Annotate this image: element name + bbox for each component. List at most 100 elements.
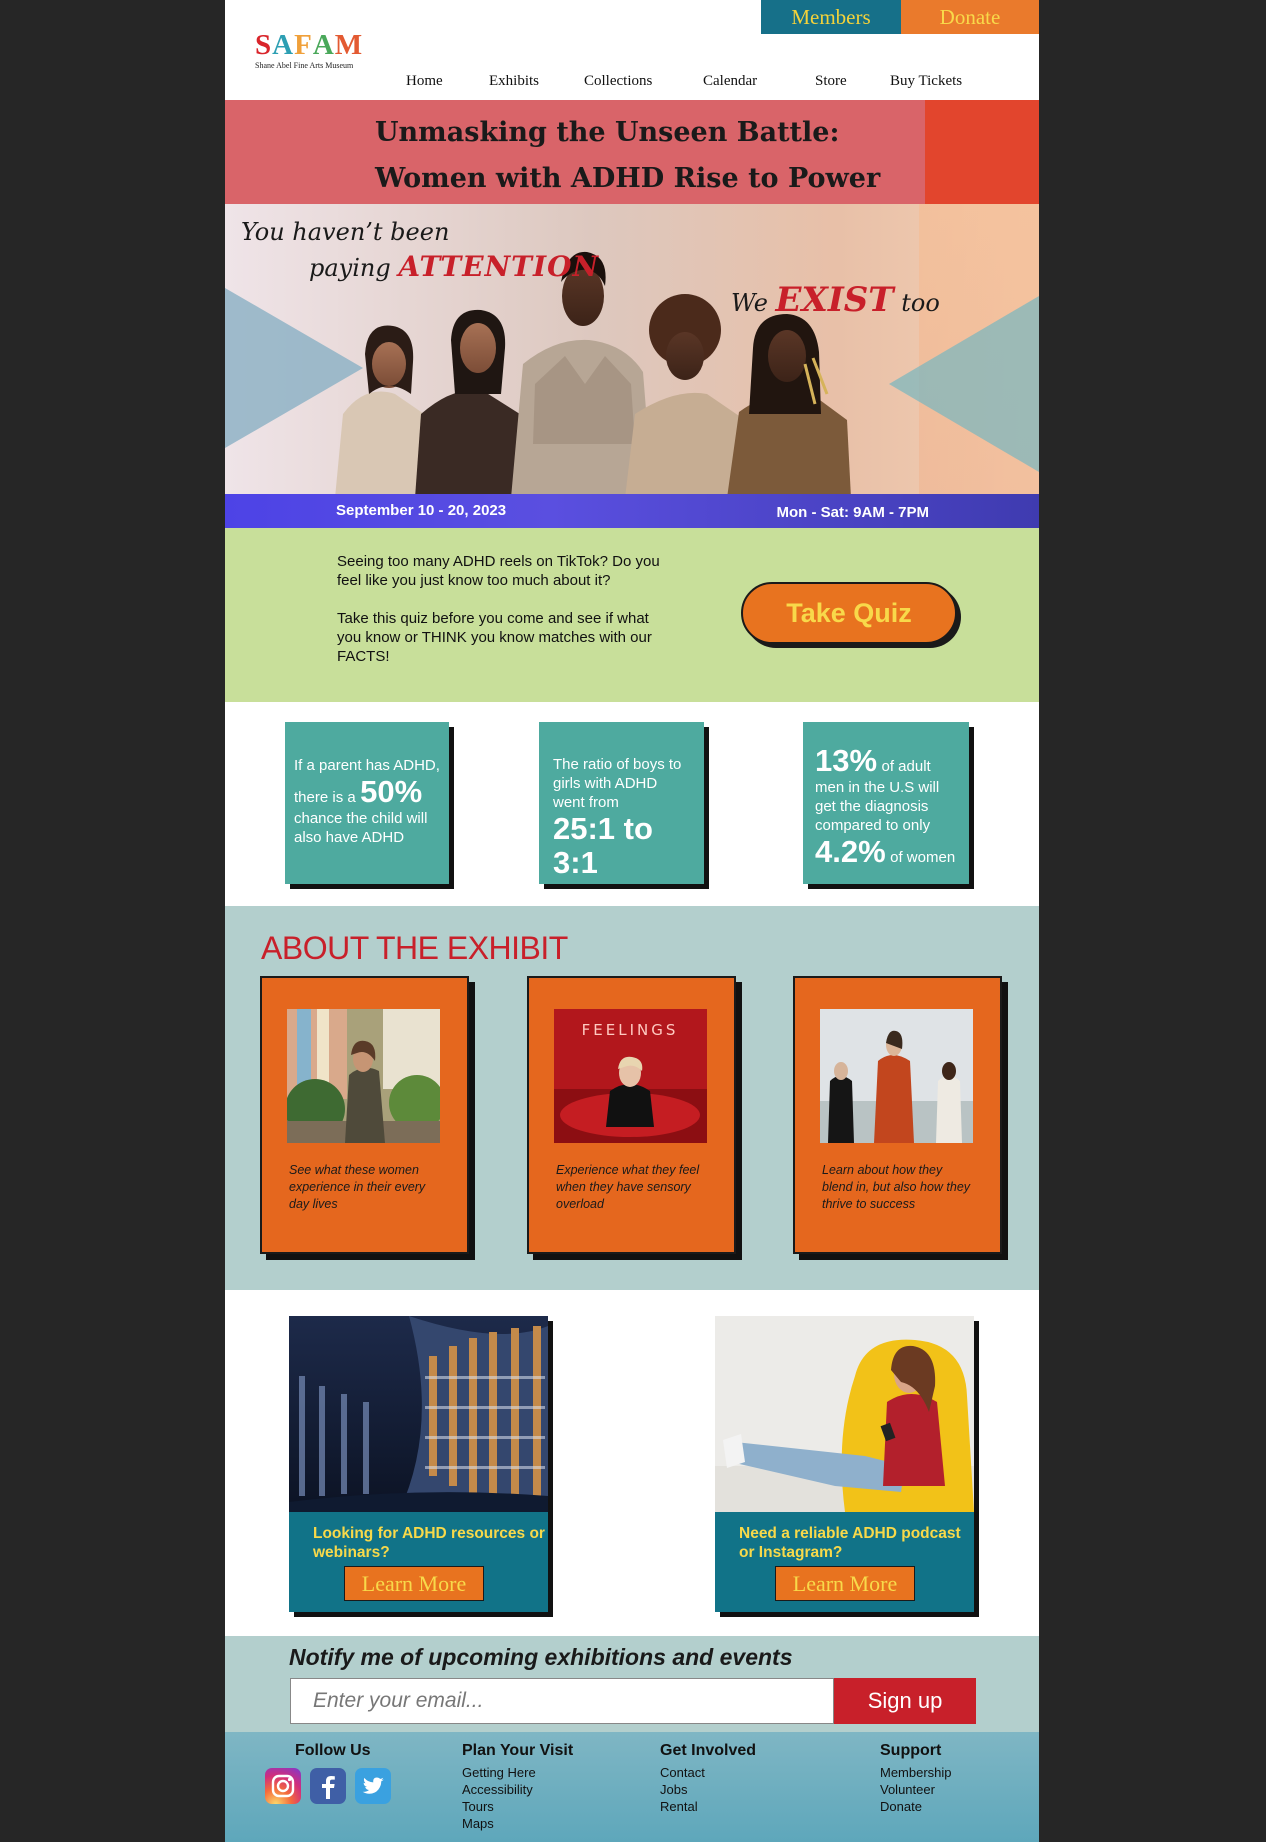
hero-exist-tagline: We EXIST too (731, 280, 940, 320)
exhibit-card-image-street (287, 1009, 440, 1143)
footer-link[interactable]: Tours (462, 1798, 573, 1815)
sign-up-button[interactable]: Sign up (834, 1678, 976, 1724)
stat-value: 4.2% (815, 834, 886, 869)
exhibit-title-band: Unmasking the Unseen Battle: Women with … (225, 100, 1039, 204)
learn-more-button[interactable]: Learn More (775, 1566, 915, 1601)
stat-line: 13% of adult (815, 744, 957, 778)
stat-value: 13% (815, 743, 878, 778)
twitter-icon[interactable] (355, 1768, 391, 1804)
resources-section: Looking for ADHD resources or webinars? … (225, 1290, 1039, 1636)
footer-col-title: Get Involved (660, 1742, 757, 1759)
header: Members Donate S A F A M Shane Abel Fine… (225, 0, 1039, 100)
footer-link[interactable]: Jobs (660, 1781, 756, 1798)
newsletter-section: Notify me of upcoming exhibitions and ev… (225, 1636, 1039, 1732)
footer-link[interactable]: Volunteer (880, 1781, 952, 1798)
footer-link[interactable]: Getting Here (462, 1764, 573, 1781)
hero-banner: You haven’t been paying ATTENTION We EXI… (225, 204, 1039, 528)
resource-card-footer: Looking for ADHD resources or webinars? … (289, 1512, 548, 1612)
footer-link[interactable]: Donate (880, 1798, 952, 1815)
logo-letter: A (272, 29, 295, 61)
stat-card-parent: If a parent has ADHD, there is a 50% cha… (285, 722, 449, 884)
exhibit-card-image-trio (820, 1009, 973, 1143)
donate-button[interactable]: Donate (901, 0, 1039, 34)
footer-link[interactable]: Membership (880, 1764, 952, 1781)
nav-collections[interactable]: Collections (584, 73, 652, 90)
footer-link[interactable]: Rental (660, 1798, 756, 1815)
take-quiz-button[interactable]: Take Quiz (741, 582, 957, 644)
stat-line: 4.2% of women (815, 835, 957, 869)
stat-value: 25:1 to 3:1 (553, 811, 653, 880)
instagram-glyph (271, 1774, 295, 1798)
logo-subtitle: Shane Abel Fine Arts Museum (255, 61, 354, 70)
instagram-icon[interactable] (265, 1768, 301, 1804)
logo-letter: F (294, 29, 313, 61)
quiz-text-intro: Seeing too many ADHD reels on TikTok? Do… (337, 553, 660, 589)
stat-card-ratio: The ratio of boys to girls with ADHD wen… (539, 722, 704, 884)
logo-letter: S (255, 29, 273, 61)
hero-exist-suffix: too (893, 289, 940, 317)
hero-tagline-prefix: paying (309, 254, 399, 282)
stat-text: chance the child will also have ADHD (294, 810, 428, 846)
stat-text: of women (890, 849, 956, 866)
email-input[interactable] (290, 1678, 834, 1724)
stat-card-diagnosis: 13% of adult men in the U.S will get the… (803, 722, 969, 884)
exhibit-title-line1: Unmasking the Unseen Battle: (375, 117, 840, 148)
learn-more-button[interactable]: Learn More (344, 1566, 484, 1601)
facebook-glyph (322, 1776, 335, 1799)
footer-col-title: Support (880, 1742, 942, 1759)
nav-store[interactable]: Store (815, 73, 847, 90)
stat-text: men in the U.S will get the diagnosis co… (815, 779, 940, 834)
logo-letter: A (312, 29, 335, 61)
feelings-neon-sign: FEELINGS (582, 1021, 679, 1039)
page: Members Donate S A F A M Shane Abel Fine… (225, 0, 1039, 1842)
title-accent-block (925, 100, 1039, 204)
hero-attention-word: ATTENTION (398, 250, 600, 283)
quiz-section: Seeing too many ADHD reels on TikTok? Do… (225, 528, 1039, 702)
hero-tagline-line1: You haven’t been (241, 218, 450, 246)
library-image (289, 1316, 548, 1512)
exhibit-dates: September 10 - 20, 2023 (336, 502, 507, 519)
stat-line: there is a 50% (294, 775, 440, 809)
stat-text: The ratio of boys to girls with ADHD wen… (553, 756, 682, 811)
hero-exist-word: EXIST (775, 280, 894, 320)
logo[interactable]: S A F A M Shane Abel Fine Arts Museum (255, 30, 363, 70)
twitter-glyph (362, 1777, 384, 1794)
stat-text: there is a (294, 789, 356, 806)
exhibit-card-caption: See what these women experience in their… (289, 1163, 426, 1211)
stat-text: If a parent has ADHD, (294, 757, 440, 774)
exhibit-card[interactable]: See what these women experience in their… (260, 976, 469, 1254)
footer-col-involved: Get Involved Contact Jobs Rental (660, 1742, 756, 1815)
newsletter-heading: Notify me of upcoming exhibitions and ev… (289, 1644, 793, 1670)
nav-home[interactable]: Home (406, 73, 443, 90)
members-button[interactable]: Members (761, 0, 901, 34)
footer-follow-title: Follow Us (295, 1742, 371, 1759)
stats-section: If a parent has ADHD, there is a 50% cha… (225, 702, 1039, 906)
about-section: ABOUT THE EXHIBIT See what these women e… (225, 906, 1039, 1290)
exhibit-title: Unmasking the Unseen Battle: Women with … (375, 110, 880, 202)
hero-exist-prefix: We (731, 289, 776, 317)
exhibit-card[interactable]: Learn about how they blend in, but also … (793, 976, 1002, 1254)
footer-col-title: Plan Your Visit (462, 1742, 574, 1759)
resource-card-webinars: Looking for ADHD resources or webinars? … (289, 1316, 548, 1612)
main-nav: Home Exhibits Collections Calendar Store… (225, 73, 1039, 95)
logo-letter: M (334, 29, 364, 61)
resource-text: Need a reliable ADHD podcast or Instagra… (739, 1525, 961, 1561)
logo-wordmark: S A F A M (255, 30, 363, 60)
nav-buy-tickets[interactable]: Buy Tickets (890, 73, 962, 90)
footer-follow: Follow Us (295, 1742, 371, 1764)
stat-text: of adult (881, 758, 931, 775)
nav-exhibits[interactable]: Exhibits (489, 73, 539, 90)
footer-link[interactable]: Maps (462, 1815, 573, 1832)
exhibit-card[interactable]: FEELINGS Experience what they feel when … (527, 976, 736, 1254)
facebook-icon[interactable] (310, 1768, 346, 1804)
quiz-text: Seeing too many ADHD reels on TikTok? Do… (337, 552, 667, 685)
quiz-text-cta: Take this quiz before you come and see i… (337, 610, 652, 665)
exhibit-title-line2: Women with ADHD Rise to Power (375, 163, 881, 194)
footer-link[interactable]: Contact (660, 1764, 756, 1781)
footer-link[interactable]: Accessibility (462, 1781, 573, 1798)
stat-value: 50% (360, 774, 423, 809)
nav-calendar[interactable]: Calendar (703, 73, 757, 90)
exhibit-hours: Mon - Sat: 9AM - 7PM (776, 504, 930, 521)
exhibit-card-caption: Learn about how they blend in, but also … (822, 1163, 971, 1211)
about-heading: ABOUT THE EXHIBIT (261, 930, 568, 966)
